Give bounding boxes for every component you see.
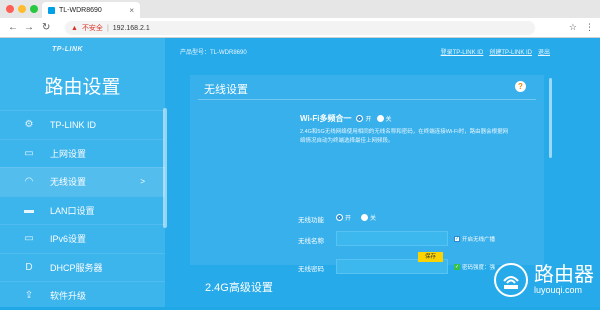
sidebar-item-label: TP-LINK ID — [50, 119, 97, 130]
wifi-multi-band-row: Wi-Fi多频合一 开 关 — [300, 113, 392, 124]
minimize-window-button[interactable] — [18, 5, 26, 13]
panel-title: 无线设置 — [204, 84, 248, 96]
laptop-icon: ▭ — [24, 233, 34, 245]
sidebar-item-1[interactable]: ▭ 上网设置 — [0, 138, 165, 168]
login-tplink-id-link[interactable]: 登录TP-LINK ID — [441, 47, 484, 56]
password-strength: ✓ 密码强度：强 — [454, 264, 496, 271]
laptop-icon: ▭ — [24, 147, 34, 159]
section-title-2g-advanced: 2.4G高级设置 — [205, 282, 273, 294]
sidebar-title: 路由设置 — [44, 77, 121, 98]
back-icon[interactable]: ← — [8, 22, 18, 33]
sidebar-item-4[interactable]: ▭ IPv6设置 — [0, 224, 165, 253]
divider — [198, 99, 536, 100]
star-icon[interactable]: ☆ — [569, 22, 577, 33]
ssid-label: 无线名称 — [298, 238, 324, 245]
radio-on-icon[interactable] — [356, 115, 364, 122]
sidebar-item-label: DHCP服务器 — [50, 262, 103, 273]
create-tplink-id-link[interactable]: 创建TP-LINK ID — [489, 47, 532, 56]
sidebar: TP-LINK 路由设置 ⚙ TP-LINK ID ▭ 上网设置 ◠ 无线设置 > ▬ LAN口… — [0, 38, 167, 310]
favicon-icon — [48, 6, 55, 14]
browser-tab[interactable]: TL-WDR8690 × — [42, 2, 140, 18]
url-input[interactable]: ▲ 不安全 | 192.168.2.1 — [65, 21, 535, 35]
browser-tab-bar: TL-WDR8690 × — [0, 0, 600, 18]
router-logo-icon — [494, 263, 528, 297]
wifi-switch-label: 无线功能 — [298, 217, 324, 224]
check-icon: ✓ — [454, 264, 460, 270]
sidebar-item-label: 软件升级 — [50, 291, 87, 302]
address-bar: ← → ↻ ▲ 不安全 | 192.168.2.1 ☆ ⋮ — [0, 18, 600, 38]
product-info: 产品型号：TL-WDR8690 — [180, 50, 247, 56]
gear-icon: ⚙ — [24, 119, 34, 131]
wifi-multi-band-label: Wi-Fi多频合一 — [300, 114, 352, 123]
sidebar-scrollbar[interactable] — [163, 108, 167, 228]
broadcast-checkbox[interactable]: ✓ 开启无线广播 — [454, 235, 495, 243]
sidebar-item-2[interactable]: ◠ 无线设置 > — [0, 167, 165, 196]
dhcp-icon: D — [25, 261, 33, 273]
sidebar-item-0[interactable]: ⚙ TP-LINK ID — [0, 110, 165, 139]
multi-band-description: 2.4G和5G无线网络使用相同的无线名称和密码，在终端连接Wi-Fi时，路由器会… — [300, 129, 509, 144]
sidebar-item-label: 无线设置 — [50, 177, 87, 188]
wifi-icon: ◠ — [24, 176, 34, 188]
warning-icon: ▲ — [71, 24, 78, 32]
wifi-on-option[interactable]: 开 — [336, 213, 351, 222]
top-links: 登录TP-LINK ID 创建TP-LINK ID 退出 — [441, 47, 550, 56]
forward-icon[interactable]: → — [24, 22, 34, 33]
insecure-label: 不安全 — [81, 25, 103, 32]
tab-title: TL-WDR8690 — [59, 6, 102, 14]
password-label: 无线密码 — [298, 266, 324, 273]
maximize-window-button[interactable] — [30, 5, 38, 13]
ssid-input[interactable] — [336, 231, 448, 246]
sidebar-item-label: LAN口设置 — [50, 205, 95, 216]
radio-off-icon[interactable] — [376, 115, 384, 122]
menu-icon[interactable]: ⋮ — [585, 22, 594, 33]
tp-link-logo: TP-LINK — [52, 46, 84, 53]
save-button[interactable]: 保存 — [418, 252, 443, 262]
radio-on-icon[interactable] — [336, 214, 343, 221]
reload-icon[interactable]: ↻ — [42, 22, 50, 33]
watermark: 路由器 luyouqi.com — [494, 263, 594, 297]
watermark-title: 路由器 — [534, 264, 594, 286]
wireless-settings-panel: 无线设置 ? Wi-Fi多频合一 开 关 2.4G和5G无线网络使用相同的无线名… — [190, 75, 544, 274]
multi-band-on-option[interactable]: 开 — [356, 114, 372, 123]
lan-port-icon: ▬ — [24, 204, 34, 216]
close-window-button[interactable] — [6, 5, 14, 13]
upload-icon: ⇪ — [24, 290, 34, 302]
sidebar-item-5[interactable]: D DHCP服务器 — [0, 252, 165, 282]
wifi-switch-group: 开 关 — [336, 213, 376, 222]
router-admin-page: TP-LINK 路由设置 ⚙ TP-LINK ID ▭ 上网设置 ◠ 无线设置 > ▬ LAN口… — [0, 38, 600, 307]
help-icon[interactable]: ? — [515, 81, 526, 92]
sidebar-menu: ⚙ TP-LINK ID ▭ 上网设置 ◠ 无线设置 > ▬ LAN口设置 ▭ IPv6设置 D DHC… — [0, 110, 165, 310]
sidebar-item-3[interactable]: ▬ LAN口设置 — [0, 195, 165, 225]
chevron-right-icon: > — [140, 177, 145, 187]
checkbox-icon[interactable]: ✓ — [454, 236, 460, 242]
tab-close-icon[interactable]: × — [129, 6, 134, 15]
sidebar-item-label: 上网设置 — [50, 148, 87, 159]
logout-link[interactable]: 退出 — [538, 47, 550, 56]
content-scrollbar[interactable] — [549, 78, 552, 158]
watermark-url: luyouqi.com — [534, 285, 583, 295]
url-text: 192.168.2.1 — [112, 24, 150, 32]
multi-band-off-option[interactable]: 关 — [376, 114, 392, 123]
wifi-off-option[interactable]: 关 — [361, 213, 376, 222]
sidebar-item-6[interactable]: ⇪ 软件升级 — [0, 281, 165, 310]
sidebar-item-label: IPv6设置 — [50, 234, 87, 245]
radio-off-icon[interactable] — [361, 214, 369, 221]
